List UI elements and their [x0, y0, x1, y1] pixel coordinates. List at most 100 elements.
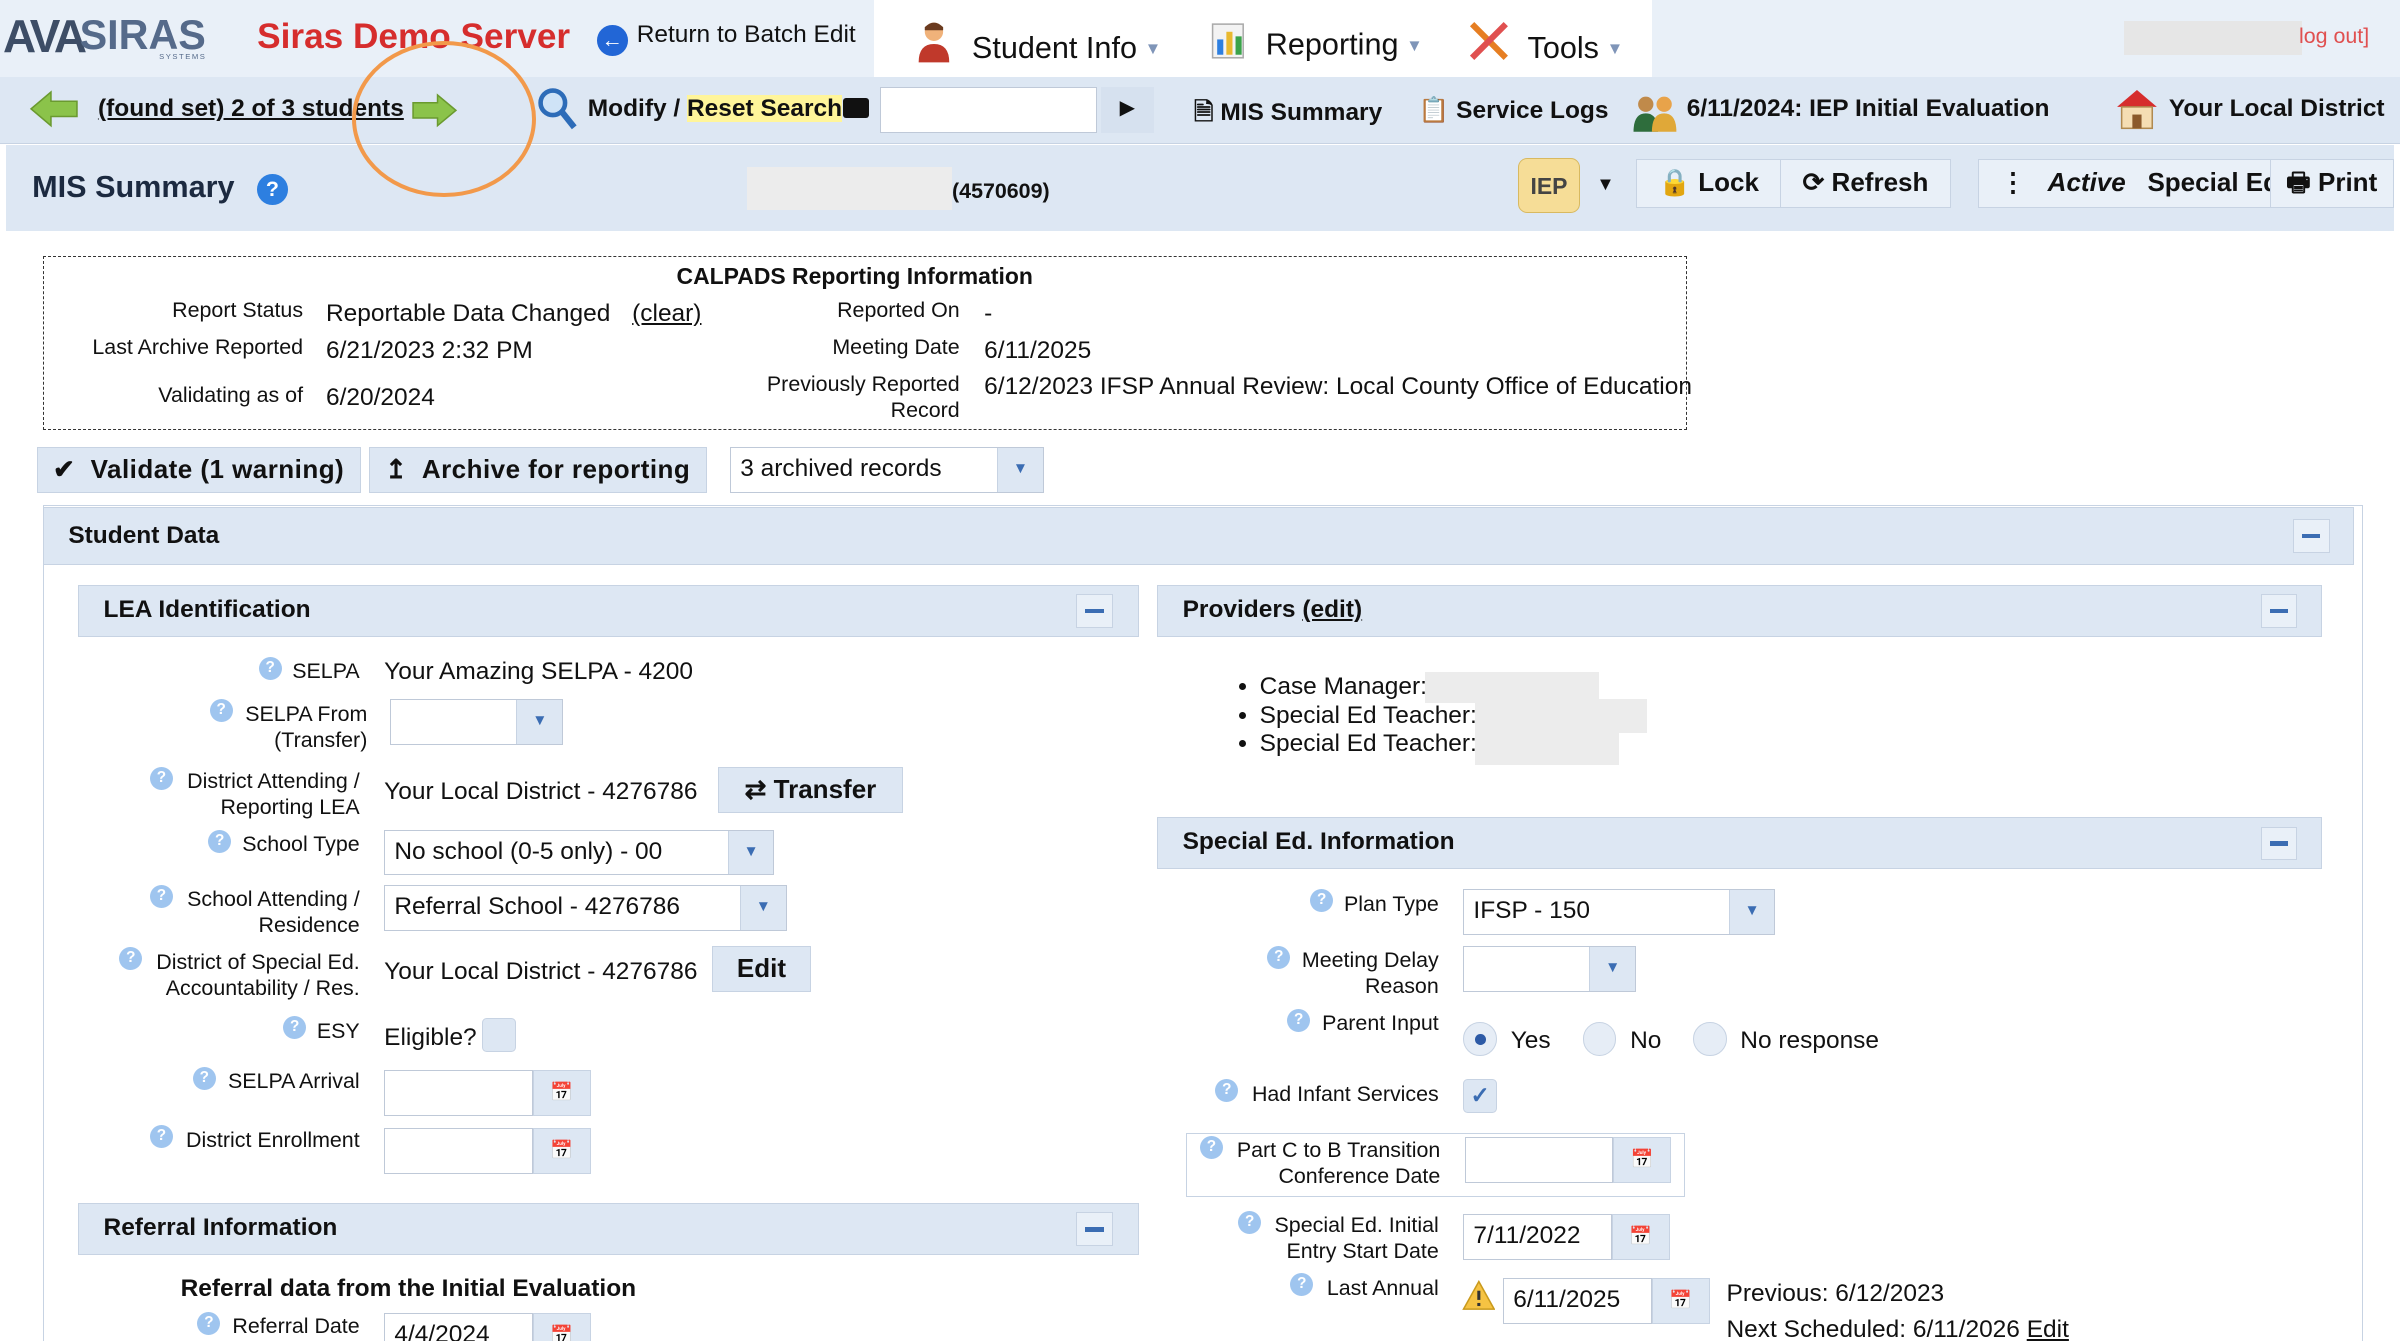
plan-type-label: Plan Type [1343, 891, 1439, 916]
folder-icon[interactable] [843, 97, 870, 118]
next-scheduled-edit-link[interactable]: Edit [2027, 1316, 2069, 1340]
plan-type-select[interactable]: IFSP - 150 ▼ [1463, 889, 1776, 936]
calendar-icon[interactable]: 📅 [532, 1069, 591, 1116]
iep-badge[interactable]: IEP [1518, 157, 1580, 213]
tools-icon [1470, 22, 1509, 61]
annotation-circle [352, 41, 536, 198]
meeting-delay-label-2: Reason [1364, 974, 1439, 999]
status-menu-button[interactable]: ⋮ Active Special Ed. [1977, 159, 2309, 209]
lea-title: LEA Identification [103, 595, 311, 623]
help-icon[interactable]: ? [257, 174, 288, 206]
modify-reset-search[interactable]: Modify / Reset Search [588, 94, 843, 123]
lock-icon: 🔒 [1658, 167, 1692, 198]
meeting-delay-select[interactable]: ▼ [1463, 945, 1637, 992]
validating-label: Validating as of [158, 382, 304, 407]
initial-entry-label-2: Entry Start Date [1286, 1239, 1439, 1264]
redacted-user [2124, 21, 2303, 56]
collapse-lea-button[interactable] [1076, 593, 1113, 628]
calendar-icon[interactable]: 📅 [532, 1128, 591, 1174]
initial-entry-input[interactable]: 7/11/2022 [1463, 1213, 1612, 1260]
student-data-title: Student Data [68, 521, 220, 549]
infant-services-checkbox[interactable]: ✓ [1463, 1079, 1497, 1113]
parent-input-yes-radio[interactable] [1463, 1022, 1497, 1057]
part-c-date-input[interactable] [1464, 1137, 1614, 1184]
calendar-icon[interactable]: 📅 [532, 1313, 591, 1341]
dsea-value: Your Local District - 4276786 [384, 958, 698, 986]
school-attending-label: School Attending / [187, 887, 360, 912]
more-vertical-icon: ⋮ [1999, 167, 2026, 198]
calendar-icon[interactable]: 📅 [1651, 1278, 1710, 1324]
redacted-provider [1475, 699, 1647, 734]
selpa-arrival-label: SELPA Arrival [228, 1069, 360, 1094]
logout-link[interactable]: log out] [2299, 24, 2369, 49]
archived-records-select[interactable]: 3 archived records ▼ [730, 446, 1044, 493]
selpa-from-select[interactable]: ▼ [390, 699, 564, 746]
lock-button[interactable]: 🔒 Lock [1636, 159, 1782, 209]
search-icon[interactable] [536, 86, 579, 132]
meeting-date-value: 6/11/2025 [984, 336, 1092, 364]
selpa-label: SELPA [292, 659, 360, 684]
student-icon [918, 22, 949, 63]
iep-dropdown-caret[interactable]: ▼ [1596, 173, 1614, 195]
district-link[interactable]: Your Local District [2169, 95, 2385, 123]
collapse-special-ed-button[interactable] [2260, 826, 2298, 861]
meeting-delay-label: Meeting Delay [1301, 948, 1439, 973]
next-scheduled: Next Scheduled: 6/11/2026 Edit [1727, 1316, 2069, 1340]
esy-eligible-checkbox[interactable] [482, 1017, 516, 1052]
chevron-down-icon: ▼ [727, 830, 774, 875]
archive-button[interactable]: ↥ Archive for reporting [368, 446, 708, 493]
school-type-label: School Type [242, 832, 360, 857]
reset-search-link[interactable]: Reset Search [687, 94, 843, 122]
go-arrow-button[interactable]: ▶ [1100, 87, 1155, 134]
last-annual-input[interactable]: 6/11/2025 [1503, 1278, 1652, 1324]
collapse-student-data-button[interactable] [2292, 518, 2330, 553]
calendar-icon[interactable]: 📅 [1613, 1137, 1672, 1184]
transfer-label: Transfer [773, 773, 877, 804]
school-attending-select[interactable]: Referral School - 4276786 ▼ [384, 884, 787, 931]
validate-button[interactable]: ✔ Validate (1 warning) [36, 446, 362, 493]
collapse-providers-button[interactable] [2260, 593, 2298, 628]
service-logs-link[interactable]: 📋 Service Logs [1419, 95, 1609, 125]
district-enrollment-input[interactable] [384, 1128, 533, 1174]
referral-date-input[interactable]: 4/4/2024 [384, 1313, 533, 1341]
print-button[interactable]: 🖶 Print [2269, 159, 2394, 209]
menu-student-info[interactable]: Student Info ▼ [911, 18, 1162, 66]
modify-link[interactable]: Modify / [588, 95, 680, 122]
part-c-label-2: Conference Date [1278, 1164, 1441, 1189]
meeting-link[interactable]: 6/11/2024: IEP Initial Evaluation [1687, 95, 2050, 123]
calendar-icon[interactable]: 📅 [1611, 1213, 1670, 1260]
parent-input-no-response-label: No response [1740, 1027, 1880, 1055]
school-type-select[interactable]: No school (0-5 only) - 00 ▼ [384, 829, 775, 876]
refresh-button[interactable]: ⟳ Refresh [1780, 159, 1951, 209]
parent-input-no-response-radio[interactable] [1692, 1022, 1727, 1057]
eligible-label: Eligible? [384, 1023, 477, 1051]
document-icon: 🗎 [1193, 98, 1214, 126]
selpa-arrival-input[interactable] [384, 1069, 533, 1116]
report-status-label: Report Status [172, 298, 304, 323]
return-to-batch-edit[interactable]: ← Return to Batch Edit [596, 21, 856, 56]
lea-header: LEA Identification [78, 584, 1139, 637]
check-icon: ✓ [1470, 1082, 1490, 1109]
dsea-edit-button[interactable]: Edit [711, 945, 812, 992]
chevron-down-icon: ▼ [516, 700, 563, 745]
warning-icon [1461, 1279, 1496, 1310]
menu-tools-label: Tools [1527, 31, 1599, 66]
chevron-down-icon: ▼ [1144, 38, 1162, 58]
menu-reporting[interactable]: Reporting ▼ [1208, 18, 1423, 63]
clear-link[interactable]: (clear) [632, 300, 701, 328]
menu-tools[interactable]: Tools ▼ [1466, 18, 1623, 66]
transfer-button[interactable]: ⇄ Transfer [717, 766, 904, 813]
mis-summary-link[interactable]: 🗎 MIS Summary [1194, 95, 1382, 136]
providers-edit-link[interactable]: (edit) [1302, 596, 1362, 623]
parent-input-no-radio[interactable] [1582, 1022, 1617, 1057]
back-arrow-icon: ← [596, 25, 628, 56]
reporting-icon [1211, 23, 1244, 59]
student-search-input[interactable] [880, 87, 1098, 134]
refresh-label: Refresh [1831, 167, 1929, 198]
last-archive-label: Last Archive Reported [92, 335, 304, 360]
collapse-referral-button[interactable] [1076, 1212, 1113, 1246]
logo-ava: AVA [3, 10, 87, 63]
validating-value: 6/20/2024 [326, 384, 435, 412]
special-ed-status: Special Ed. [2147, 167, 2287, 198]
previous-student-icon[interactable] [28, 89, 80, 129]
